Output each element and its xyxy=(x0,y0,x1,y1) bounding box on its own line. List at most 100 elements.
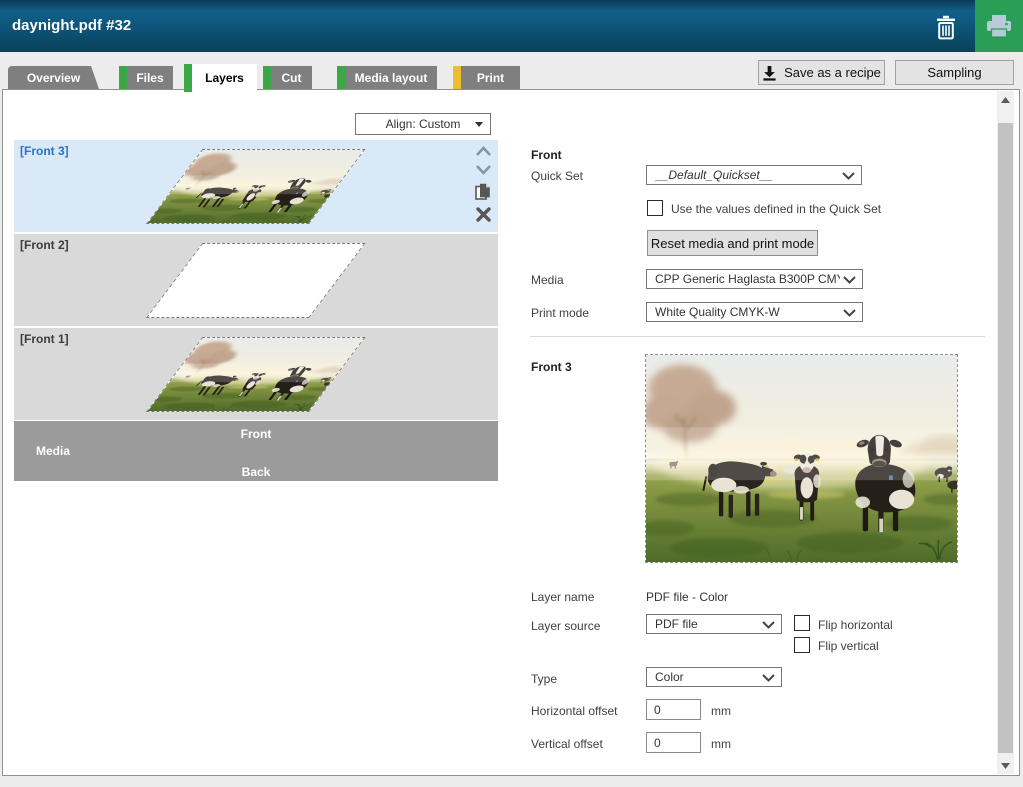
duplicate-layer-button[interactable] xyxy=(475,183,491,200)
tab-overview[interactable]: Overview xyxy=(8,66,99,89)
vertical-offset-input[interactable] xyxy=(646,732,701,753)
print-mode-value: White Quality CMYK-W xyxy=(655,305,840,319)
horizontal-offset-input[interactable] xyxy=(646,699,701,720)
layer-source-dropdown[interactable]: PDF file xyxy=(646,614,782,634)
save-as-recipe-button[interactable]: Save as a recipe xyxy=(758,60,885,85)
media-value: CPP Generic Haglasta B300P CMYKSS-AU- xyxy=(655,272,840,286)
tab-cut[interactable]: Cut xyxy=(263,66,312,89)
sampling-button[interactable]: Sampling xyxy=(895,60,1014,85)
quick-set-label: Quick Set xyxy=(531,169,583,183)
tab-print-label: Print xyxy=(477,71,504,85)
flip-vertical-checkbox[interactable] xyxy=(794,637,810,653)
align-dropdown-value: Align: Custom xyxy=(386,117,461,131)
front-section-title: Front xyxy=(531,148,562,162)
layer-source-value: PDF file xyxy=(655,617,759,631)
layer-preview xyxy=(645,354,958,563)
layer-row-label: [Front 1] xyxy=(20,332,69,346)
tab-cut-label: Cut xyxy=(282,71,302,85)
tab-overview-label: Overview xyxy=(27,71,80,85)
sampling-label: Sampling xyxy=(927,65,981,80)
chevron-down-icon xyxy=(842,172,855,180)
layer-source-label: Layer source xyxy=(531,619,600,633)
delete-layer-button[interactable] xyxy=(476,207,491,222)
layer-name-label: Layer name xyxy=(531,590,594,604)
move-layer-up-button[interactable] xyxy=(475,145,492,157)
tab-status-indicator xyxy=(263,66,271,89)
tab-media-layout[interactable]: Media layout xyxy=(337,66,437,89)
layer-thumbnail-blank xyxy=(146,243,366,318)
cow-image xyxy=(148,338,364,411)
tab-status-indicator xyxy=(184,64,192,92)
copy-icon xyxy=(475,183,491,200)
scroll-down-button[interactable] xyxy=(997,757,1014,774)
media-bar-front-label: Front xyxy=(14,427,498,441)
flip-horizontal-label: Flip horizontal xyxy=(818,618,893,632)
layer-row-front-2[interactable]: [Front 2] xyxy=(14,234,498,326)
reset-media-print-mode-button[interactable]: Reset media and print mode xyxy=(647,230,818,256)
vertical-offset-unit: mm xyxy=(711,737,731,751)
delete-x-icon xyxy=(476,207,491,222)
scroll-down-icon xyxy=(1001,763,1010,769)
media-bar: Front Media Back xyxy=(14,421,498,481)
tab-layers-label: Layers xyxy=(205,71,244,85)
chevron-down-icon xyxy=(475,164,492,176)
type-value: Color xyxy=(655,670,759,684)
reset-button-label: Reset media and print mode xyxy=(651,236,814,251)
layer-thumbnail xyxy=(146,337,366,412)
tab-status-indicator xyxy=(453,66,461,89)
layer-thumbnail xyxy=(146,149,366,224)
dropdown-arrow-icon xyxy=(475,122,483,127)
flip-vertical-label: Flip vertical xyxy=(818,639,879,653)
media-label: Media xyxy=(531,273,564,287)
layer-row-label: [Front 2] xyxy=(20,238,69,252)
quick-set-dropdown[interactable]: __Default_Quickset__ xyxy=(646,165,862,185)
print-button[interactable] xyxy=(975,0,1023,52)
save-as-recipe-label: Save as a recipe xyxy=(784,65,881,80)
job-title: daynight.pdf #32 xyxy=(12,0,131,52)
app-window: daynight.pdf #32 xyxy=(0,0,1023,787)
layer-row-front-1[interactable]: [Front 1] xyxy=(14,328,498,420)
layer-row-label: [Front 3] xyxy=(20,144,69,158)
horizontal-offset-label: Horizontal offset xyxy=(531,704,618,718)
use-quickset-label: Use the values defined in the Quick Set xyxy=(671,202,881,216)
chevron-down-icon xyxy=(843,276,856,284)
scrollbar-thumb[interactable] xyxy=(998,123,1013,753)
delete-job-button[interactable] xyxy=(930,12,962,42)
title-bar: daynight.pdf #32 xyxy=(0,0,1023,52)
media-bar-media-label: Media xyxy=(36,444,70,458)
trash-icon xyxy=(935,15,957,40)
section-divider xyxy=(530,336,985,337)
tab-print[interactable]: Print xyxy=(453,66,520,89)
tab-status-indicator xyxy=(337,66,345,89)
media-dropdown[interactable]: CPP Generic Haglasta B300P CMYKSS-AU- xyxy=(646,269,863,289)
chevron-down-icon xyxy=(762,621,775,629)
tab-media-layout-label: Media layout xyxy=(355,71,428,85)
quick-set-value: __Default_Quickset__ xyxy=(655,168,839,182)
type-dropdown[interactable]: Color xyxy=(646,667,782,687)
chevron-down-icon xyxy=(843,309,856,317)
vertical-offset-label: Vertical offset xyxy=(531,737,603,751)
align-dropdown[interactable]: Align: Custom xyxy=(355,113,491,135)
chevron-down-icon xyxy=(762,674,775,682)
use-quickset-checkbox[interactable] xyxy=(647,200,663,216)
flip-horizontal-checkbox[interactable] xyxy=(794,615,810,631)
tab-status-indicator xyxy=(119,66,127,89)
layer-row-front-3[interactable]: [Front 3] xyxy=(14,140,498,232)
scroll-up-icon xyxy=(1001,97,1010,103)
tab-files-label: Files xyxy=(136,71,163,85)
cow-image xyxy=(646,355,957,562)
cow-image xyxy=(148,150,364,223)
media-bar-back-label: Back xyxy=(14,465,498,479)
chevron-up-icon xyxy=(475,145,492,157)
scroll-up-button[interactable] xyxy=(997,91,1014,108)
layer-section-title: Front 3 xyxy=(531,360,572,374)
printer-icon xyxy=(985,13,1013,39)
tab-files[interactable]: Files xyxy=(119,66,173,89)
print-mode-dropdown[interactable]: White Quality CMYK-W xyxy=(646,302,863,322)
move-layer-down-button[interactable] xyxy=(475,164,492,176)
layer-name-value: PDF file - Color xyxy=(646,590,728,604)
print-mode-label: Print mode xyxy=(531,306,589,320)
horizontal-offset-unit: mm xyxy=(711,704,731,718)
tab-layers[interactable]: Layers xyxy=(184,64,257,92)
type-label: Type xyxy=(531,672,557,686)
